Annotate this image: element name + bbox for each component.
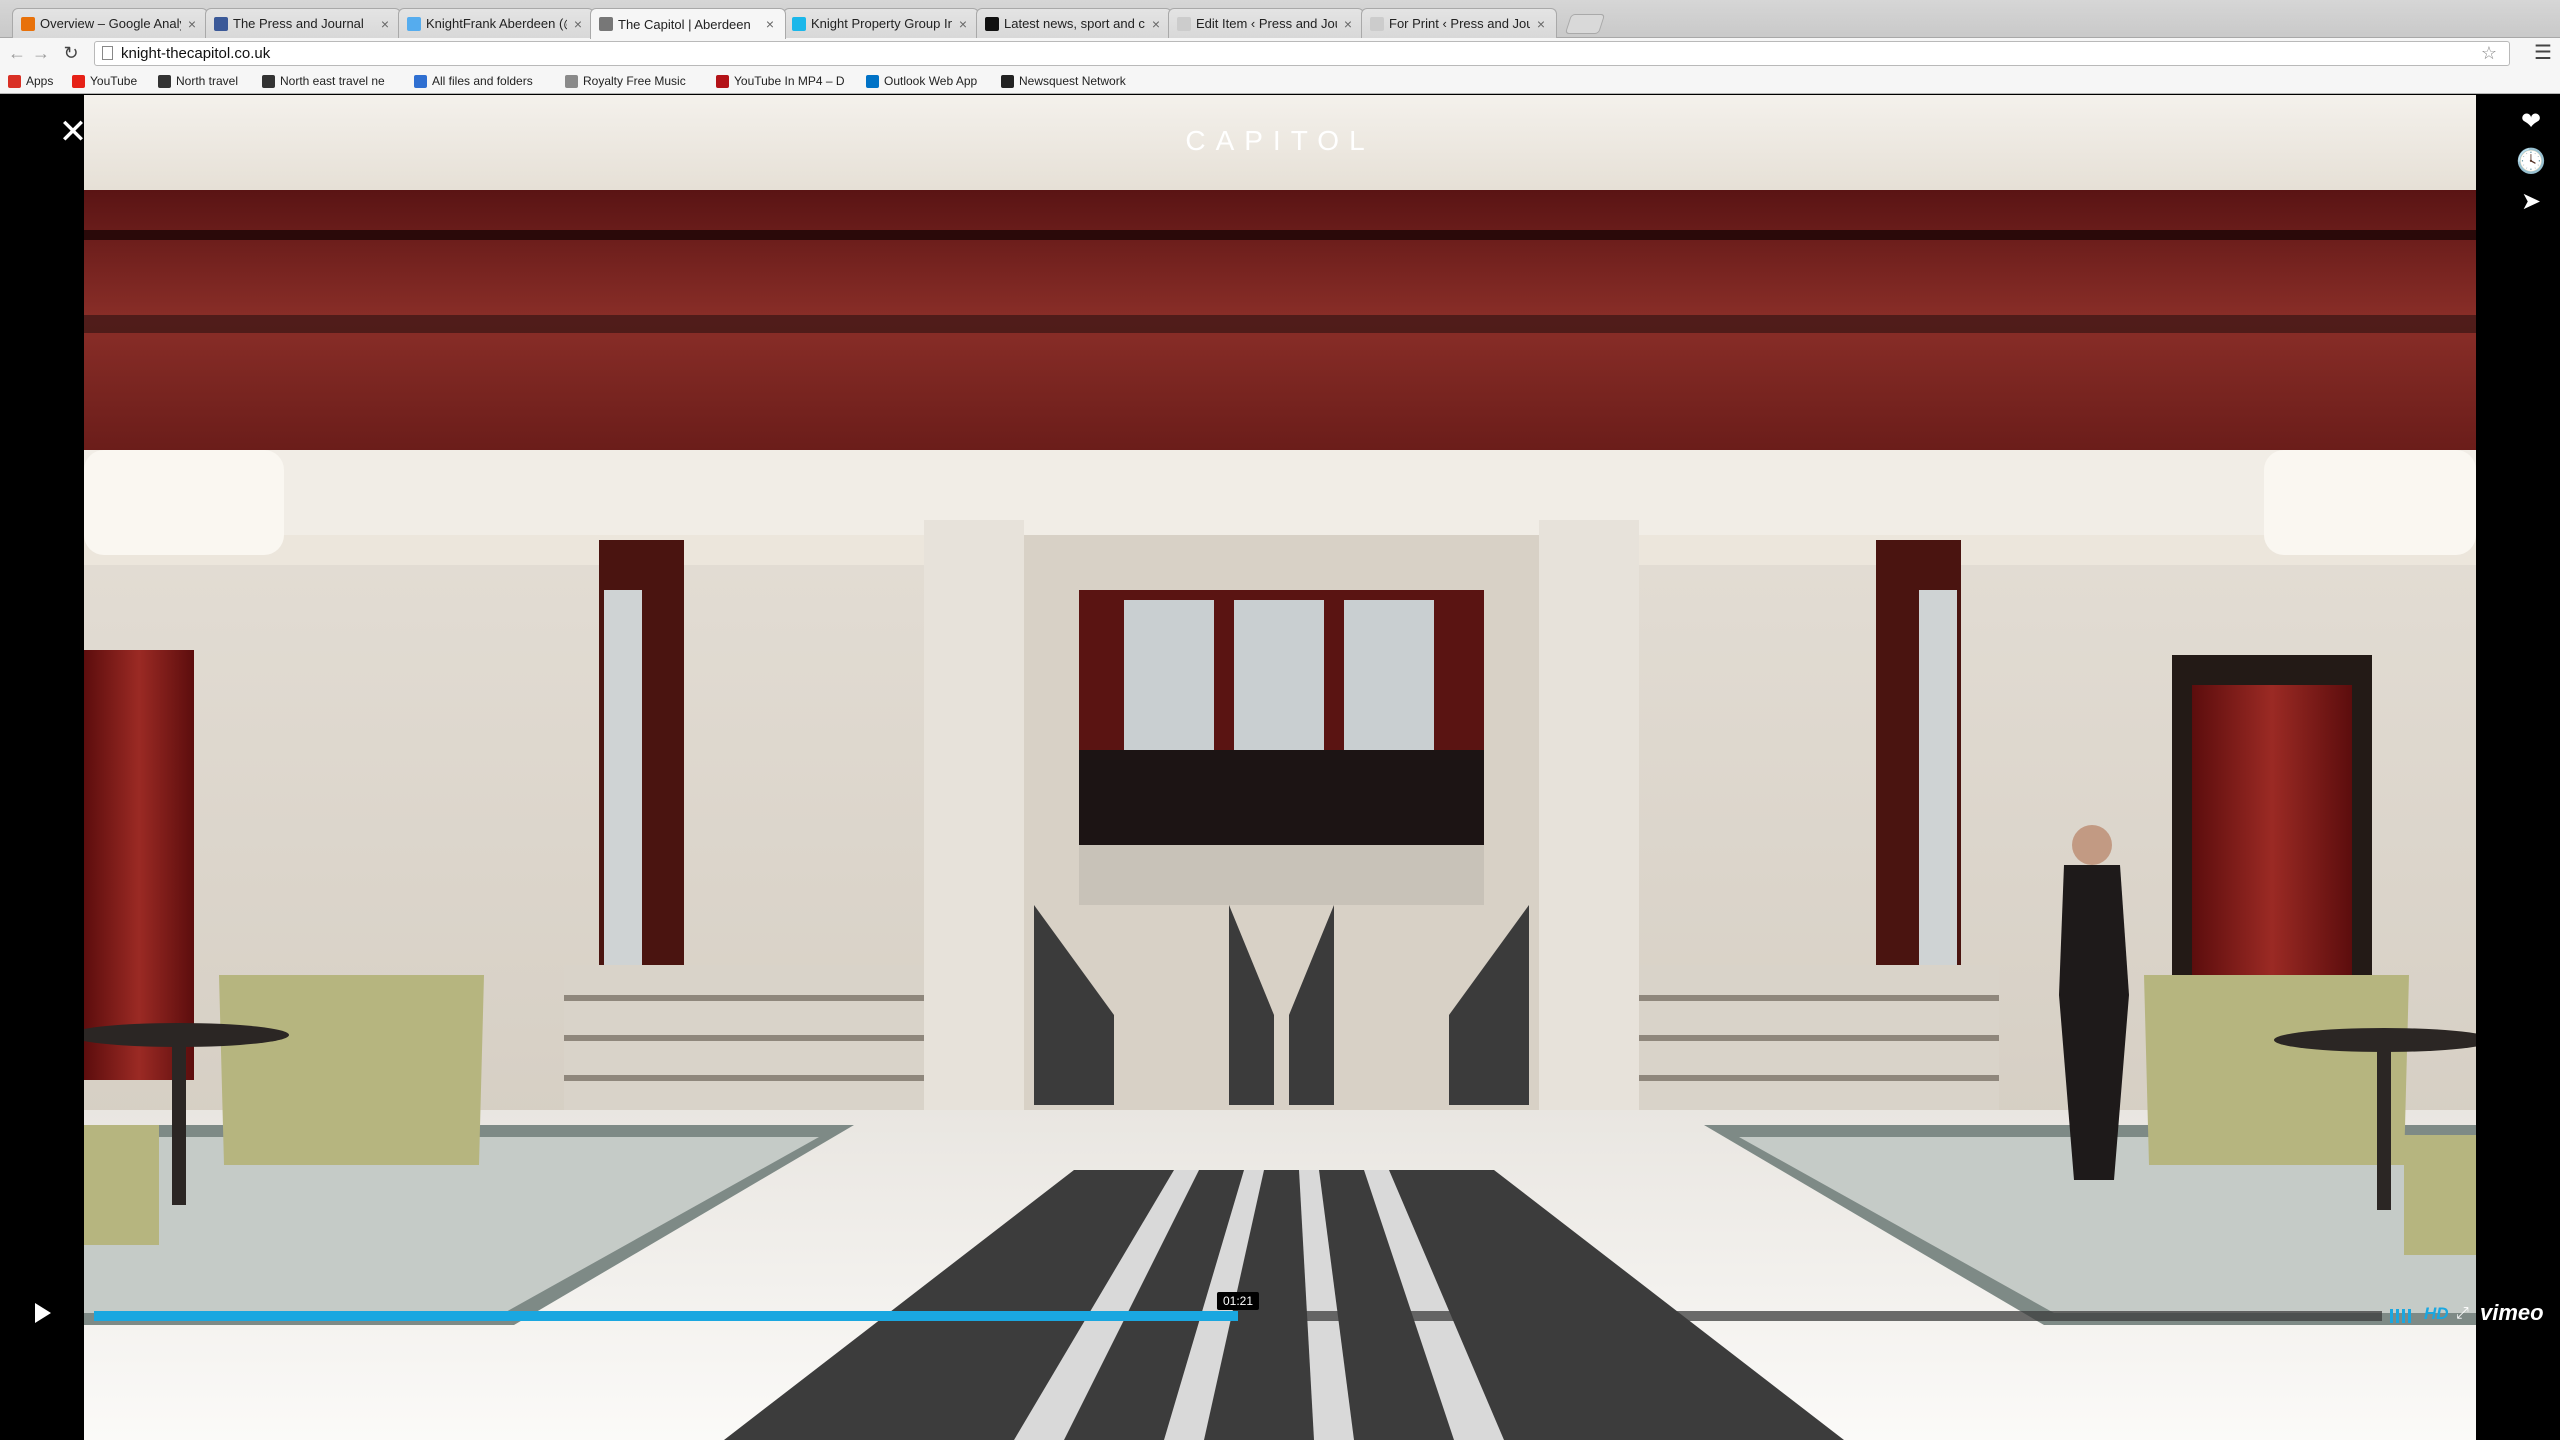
tab-favicon-icon xyxy=(792,16,806,31)
bookmark-label: Royalty Free Music xyxy=(583,74,686,88)
tab-title: For Print ‹ Press and Journ xyxy=(1389,16,1530,31)
tab-title: The Press and Journal xyxy=(233,16,364,31)
lightbox-overlay: ✕ CAPITOL ❤ 🕓 ➤ xyxy=(0,95,2560,1440)
bookmark-star-icon[interactable]: ☆ xyxy=(2481,42,2497,65)
browser-tab[interactable]: Edit Item ‹ Press and Journ × xyxy=(1168,8,1364,38)
bookmark-item[interactable]: Apps xyxy=(8,74,53,88)
hd-toggle[interactable]: HD xyxy=(2424,1304,2449,1324)
bookmark-label: Newsquest Network xyxy=(1019,74,1126,88)
bookmark-item[interactable]: All files and folders xyxy=(414,74,533,88)
play-button[interactable] xyxy=(10,1294,72,1332)
tab-favicon-icon xyxy=(985,16,999,31)
bookmark-favicon-icon xyxy=(72,74,85,88)
clock-icon: 🕓 xyxy=(2516,148,2546,175)
bookmark-label: Outlook Web App xyxy=(884,74,978,88)
tab-close-icon[interactable]: × xyxy=(378,16,392,32)
tab-favicon-icon xyxy=(214,16,228,31)
lobby-render-frame xyxy=(84,95,2476,1440)
like-button[interactable]: ❤ xyxy=(2516,107,2546,137)
tab-close-icon[interactable]: × xyxy=(571,16,585,32)
bookmark-favicon-icon xyxy=(8,74,21,88)
browser-tab[interactable]: KnightFrank Aberdeen (@ × xyxy=(398,8,594,38)
tab-title: The Capitol | Aberdeen xyxy=(618,16,751,32)
tab-close-icon[interactable]: × xyxy=(185,16,199,32)
bookmark-favicon-icon xyxy=(414,74,427,88)
forward-button[interactable]: → xyxy=(30,42,52,64)
heart-icon: ❤ xyxy=(2520,108,2542,135)
paper-plane-icon: ➤ xyxy=(2520,188,2542,215)
browser-tab[interactable]: Overview – Google Analyti × xyxy=(12,8,208,38)
tab-close-icon[interactable]: × xyxy=(1534,16,1548,32)
bookmark-favicon-icon xyxy=(716,74,729,88)
tab-title: Knight Property Group Inte xyxy=(811,16,952,31)
bookmark-label: North east travel ne xyxy=(280,74,385,88)
bookmark-item[interactable]: Outlook Web App xyxy=(866,74,977,88)
bookmark-item[interactable]: Royalty Free Music xyxy=(565,74,686,88)
bookmark-favicon-icon xyxy=(1001,74,1014,88)
browser-tab-strip: Overview – Google Analyti × The Press and … xyxy=(0,0,2560,39)
tab-title: Overview – Google Analyti xyxy=(40,16,181,31)
bookmark-favicon-icon xyxy=(262,74,275,88)
browser-tab[interactable]: The Press and Journal × xyxy=(205,8,401,38)
bookmark-item[interactable]: YouTube xyxy=(72,74,137,88)
bookmark-item[interactable]: YouTube In MP4 – D xyxy=(716,74,845,88)
bookmark-label: YouTube xyxy=(90,74,138,88)
address-url: knight-thecapitol.co.uk xyxy=(121,45,271,62)
bookmarks-bar: Apps YouTube North travel North east travel… xyxy=(0,69,2560,94)
tab-title: KnightFrank Aberdeen (@ xyxy=(426,16,567,31)
browser-tab[interactable]: Knight Property Group Inte × xyxy=(783,8,979,38)
browser-tab[interactable]: For Print ‹ Press and Journ × xyxy=(1361,8,1557,38)
tab-favicon-icon xyxy=(1177,16,1191,31)
back-button[interactable]: ← xyxy=(6,42,28,64)
tab-close-icon[interactable]: × xyxy=(956,16,970,32)
fullscreen-icon[interactable]: ⤢ xyxy=(2456,1306,2472,1322)
tab-favicon-icon xyxy=(599,17,613,31)
progress-fill xyxy=(94,1311,1238,1321)
browser-menu-button[interactable]: ☰ xyxy=(2532,42,2554,64)
bookmark-item[interactable]: North travel xyxy=(158,74,238,88)
browser-tab[interactable]: Latest news, sport and co × xyxy=(976,8,1172,38)
time-tooltip: 01:21 xyxy=(1216,1292,1260,1310)
bookmark-label: All files and folders xyxy=(432,74,533,88)
video-player[interactable]: CAPITOL xyxy=(84,95,2476,1440)
page-icon xyxy=(102,46,113,60)
browser-tab[interactable]: The Capitol | Aberdeen × xyxy=(590,8,786,39)
tab-favicon-icon xyxy=(1370,16,1384,31)
tab-close-icon[interactable]: × xyxy=(1149,16,1163,32)
bookmark-label: Apps xyxy=(26,74,54,88)
bookmark-favicon-icon xyxy=(158,74,171,88)
bookmark-item[interactable]: Newsquest Network xyxy=(1001,74,1126,88)
vimeo-logo[interactable]: vimeo xyxy=(2480,1300,2544,1326)
reload-button[interactable]: ↻ xyxy=(60,42,82,64)
video-title: CAPITOL xyxy=(1185,125,1375,156)
tab-close-icon[interactable]: × xyxy=(763,16,777,32)
watch-later-button[interactable]: 🕓 xyxy=(2516,147,2546,177)
bookmark-favicon-icon xyxy=(565,74,578,88)
progress-bar[interactable] xyxy=(94,1311,2382,1321)
tab-title: Latest news, sport and co xyxy=(1004,16,1145,31)
bookmark-item[interactable]: North east travel ne xyxy=(262,74,385,88)
browser-toolbar: ← → ↻ knight-thecapitol.co.uk ☆ ☰ xyxy=(0,38,2560,69)
tab-title: Edit Item ‹ Press and Journ xyxy=(1196,16,1337,31)
tab-favicon-icon xyxy=(21,16,35,31)
share-button[interactable]: ➤ xyxy=(2516,187,2546,217)
address-bar[interactable]: knight-thecapitol.co.uk ☆ xyxy=(94,41,2510,66)
volume-icon[interactable] xyxy=(2390,1309,2416,1323)
tab-favicon-icon xyxy=(407,16,421,31)
play-icon xyxy=(35,1303,51,1323)
bookmark-favicon-icon xyxy=(866,74,879,88)
bookmark-label: YouTube In MP4 – D xyxy=(734,74,845,88)
tab-close-icon[interactable]: × xyxy=(1341,16,1355,32)
new-tab-button[interactable] xyxy=(1564,14,1606,34)
bookmark-label: North travel xyxy=(176,74,239,88)
